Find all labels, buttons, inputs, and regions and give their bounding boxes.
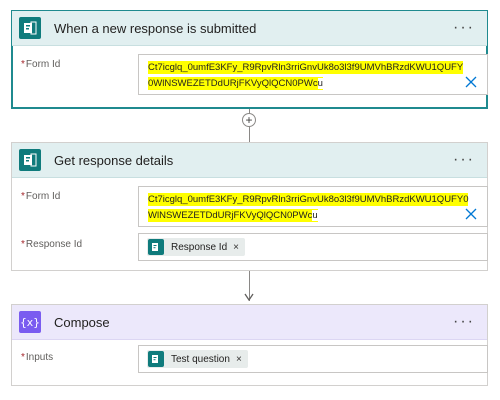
step-title: Compose: [54, 314, 110, 330]
form-id-field[interactable]: Ct7icglq_0umfE3KFy_R9RpvRln3rriGnvUk8o3l…: [138, 54, 488, 95]
form-id-label: *Form Id: [21, 59, 61, 70]
inputs-field[interactable]: Test question ×: [138, 345, 488, 373]
step-title: Get response details: [54, 152, 174, 168]
compose-icon: {x}: [19, 311, 41, 333]
compose-card-header[interactable]: {x} Compose ···: [12, 305, 487, 340]
token-label: Test question: [171, 353, 230, 365]
more-options-icon[interactable]: ···: [453, 314, 475, 330]
action-card-header[interactable]: Get response details ···: [12, 143, 487, 178]
microsoft-forms-icon: [19, 149, 41, 171]
add-step-button[interactable]: +: [242, 113, 256, 127]
response-id-label: *Response Id: [21, 239, 83, 250]
arrow-down-icon: [244, 293, 254, 302]
token-label: Response Id: [171, 241, 228, 253]
microsoft-forms-icon: [19, 17, 41, 39]
form-id-value-line1: Ct7icglq_0umfE3KFy_R9RpvRln3rriGnvUk8o3l…: [148, 193, 469, 206]
microsoft-forms-icon: [148, 351, 164, 367]
action-card-get-response-details[interactable]: Get response details ··· *Form Id Ct7icg…: [11, 142, 488, 271]
more-options-icon[interactable]: ···: [453, 152, 475, 168]
form-id-field[interactable]: Ct7icglq_0umfE3KFy_R9RpvRln3rriGnvUk8o3l…: [138, 186, 488, 227]
response-id-field[interactable]: Response Id ×: [138, 233, 488, 261]
form-id-value-line2: WlNSWEZETDdURjFKVyQlQCN0PWcu: [148, 209, 318, 222]
remove-token-icon[interactable]: ×: [233, 242, 239, 253]
step-title: When a new response is submitted: [54, 20, 257, 36]
form-id-value-line1: Ct7icglq_0umfE3KFy_R9RpvRln3rriGnvUk8o3l…: [148, 61, 464, 74]
trigger-card-header[interactable]: When a new response is submitted ···: [12, 11, 487, 46]
form-id-value-line2: 0WlNSWEZETDdURjFKVyQlQCN0PWcu: [148, 77, 323, 90]
remove-token-icon[interactable]: ×: [236, 354, 242, 365]
more-options-icon[interactable]: ···: [453, 20, 475, 36]
inputs-label: *Inputs: [21, 352, 54, 363]
trigger-card-new-response[interactable]: When a new response is submitted ··· *Fo…: [11, 10, 488, 109]
dynamic-content-token[interactable]: Test question ×: [147, 350, 248, 368]
clear-field-icon[interactable]: [465, 76, 477, 88]
action-card-compose[interactable]: {x} Compose ··· *Inputs Test question ×: [11, 304, 488, 386]
clear-field-icon[interactable]: [465, 208, 477, 220]
form-id-label: *Form Id: [21, 191, 61, 202]
dynamic-content-token[interactable]: Response Id ×: [147, 238, 245, 256]
microsoft-forms-icon: [148, 239, 164, 255]
